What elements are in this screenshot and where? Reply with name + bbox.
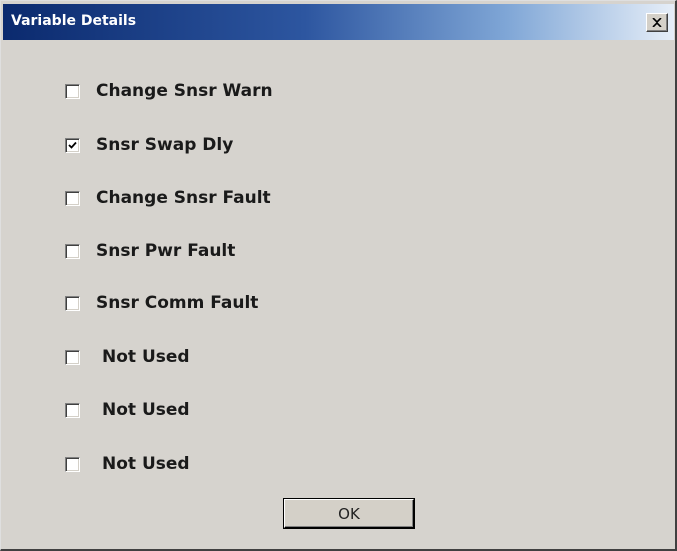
checkbox-row-not-used-2[interactable]: Not Used [65, 399, 190, 421]
checkbox-label: Snsr Comm Fault [96, 293, 259, 313]
close-icon [652, 18, 662, 27]
checkbox-label: Not Used [102, 347, 190, 367]
checkmark-icon [68, 141, 77, 149]
checkbox[interactable] [65, 137, 80, 153]
checkbox-label: Not Used [102, 454, 190, 474]
checkbox-row-change-snsr-warn[interactable]: Change Snsr Warn [65, 80, 273, 102]
checkbox-row-change-snsr-fault[interactable]: Change Snsr Fault [65, 187, 271, 209]
checkbox-row-not-used-1[interactable]: Not Used [65, 346, 190, 368]
checkbox-row-snsr-comm-fault[interactable]: Snsr Comm Fault [65, 292, 258, 314]
checkbox-row-snsr-swap-dly[interactable]: Snsr Swap Dly [65, 134, 233, 156]
checkbox-label: Snsr Pwr Fault [96, 241, 236, 261]
checkbox[interactable] [65, 349, 80, 365]
title-bar[interactable]: Variable Details [3, 4, 674, 40]
checkbox[interactable] [65, 243, 80, 259]
ok-button[interactable]: OK [284, 499, 414, 528]
checkbox[interactable] [65, 190, 80, 206]
dialog-body: Change Snsr Warn Snsr Swap Dly Change Sn… [3, 40, 675, 549]
variable-details-dialog: Variable Details Change Snsr Warn Snsr S… [0, 0, 677, 551]
close-button[interactable] [646, 13, 668, 32]
checkbox-label: Not Used [102, 400, 190, 420]
checkbox-row-snsr-pwr-fault[interactable]: Snsr Pwr Fault [65, 240, 235, 262]
checkbox-label: Snsr Swap Dly [96, 135, 234, 155]
window-title: Variable Details [11, 13, 137, 29]
checkbox[interactable] [65, 295, 80, 311]
checkbox[interactable] [65, 83, 80, 99]
checkbox[interactable] [65, 402, 80, 418]
checkbox-label: Change Snsr Fault [96, 188, 271, 208]
checkbox-label: Change Snsr Warn [96, 81, 273, 101]
checkbox-row-not-used-3[interactable]: Not Used [65, 453, 190, 475]
checkbox[interactable] [65, 456, 80, 472]
